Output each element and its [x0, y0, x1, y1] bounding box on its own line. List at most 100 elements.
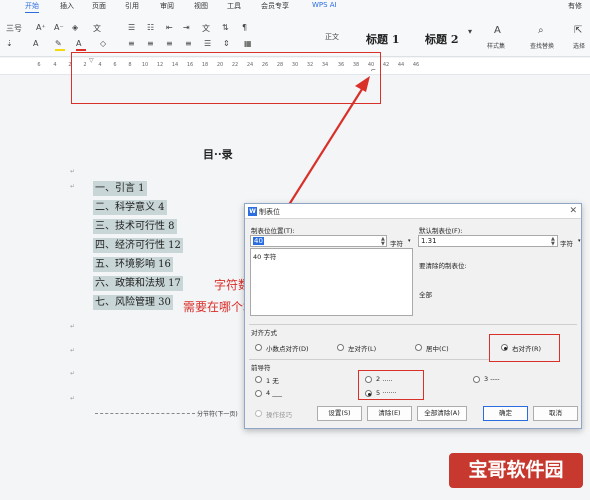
- leader-dashes-label[interactable]: 3 ----: [484, 375, 500, 383]
- cancel-button[interactable]: 取消: [533, 406, 578, 421]
- leader-none-radio[interactable]: [255, 376, 262, 383]
- unit-dropdown-icon[interactable]: ▾: [578, 238, 581, 244]
- tab-stop-list-item[interactable]: 40 字符: [253, 251, 276, 261]
- to-clear-value: 全部: [419, 291, 432, 299]
- clear-button[interactable]: 清除(E): [367, 406, 412, 421]
- set-button[interactable]: 设置(S): [317, 406, 362, 421]
- bold-icon[interactable]: ⇣: [6, 39, 13, 48]
- close-icon[interactable]: ✕: [569, 206, 577, 216]
- divider: [249, 324, 577, 325]
- default-tab-unit[interactable]: 字符: [560, 238, 573, 248]
- default-tab-value: 1.31: [421, 237, 437, 245]
- show-marks-icon[interactable]: ¶: [242, 23, 247, 32]
- leader-none-label[interactable]: 1 无: [266, 375, 279, 385]
- align-left-radio[interactable]: [337, 344, 344, 351]
- style-set-icon[interactable]: A: [494, 25, 501, 36]
- leader-underline-radio[interactable]: [255, 390, 262, 397]
- distribute-icon[interactable]: ☰: [204, 39, 211, 48]
- screenshot: 开始 插入 页面 引用 审阅 视图 工具 会员专享 WPS AI 有修 三号 A…: [0, 0, 590, 500]
- ruler-tick: 44: [397, 62, 405, 68]
- style-set-label[interactable]: 样式集: [487, 41, 505, 50]
- border-icon[interactable]: ▦: [244, 39, 252, 48]
- text-effect-icon[interactable]: A: [33, 39, 38, 48]
- toc-item[interactable]: 二、科学意义 4: [93, 200, 167, 215]
- line-spacing-icon[interactable]: ⇕: [223, 39, 230, 48]
- paragraph-mark-icon: ↵: [70, 395, 76, 402]
- increase-indent-icon[interactable]: ⇥: [183, 23, 190, 32]
- toc-title[interactable]: 目··录: [203, 146, 233, 162]
- align-center-icon[interactable]: ≡: [147, 39, 154, 48]
- align-center-radio[interactable]: [415, 344, 422, 351]
- sort-icon[interactable]: ⇅: [222, 23, 229, 32]
- default-tab-input[interactable]: 1.31: [418, 235, 558, 247]
- toc-item[interactable]: 六、政策和法规 17: [93, 276, 183, 291]
- toc-item[interactable]: 四、经济可行性 12: [93, 238, 183, 253]
- toc-item[interactable]: 一、引言 1: [93, 181, 147, 196]
- spin-up-icon[interactable]: ▲ ▼: [381, 237, 385, 247]
- tab-stop-list[interactable]: 40 字符: [250, 248, 413, 316]
- menu-reference[interactable]: 引用: [125, 1, 139, 11]
- grow-font-icon[interactable]: A⁺: [36, 23, 46, 32]
- style-normal[interactable]: 正文: [325, 32, 339, 42]
- paragraph-mark-icon: ↵: [70, 168, 76, 175]
- menu-review[interactable]: 审阅: [160, 1, 174, 11]
- shrink-font-icon[interactable]: A⁻: [54, 23, 64, 32]
- menu-view[interactable]: 视图: [194, 1, 208, 11]
- spin-icon[interactable]: ▲ ▼: [551, 237, 555, 247]
- tab-position-input[interactable]: 40: [250, 235, 387, 247]
- ruler-tick: 42: [382, 62, 390, 68]
- tab-position-unit[interactable]: 字符: [390, 238, 403, 248]
- align-decimal-radio[interactable]: [255, 344, 262, 351]
- style-heading1[interactable]: 标题 1: [366, 31, 399, 47]
- menu-home[interactable]: 开始: [25, 1, 39, 13]
- font-size-select[interactable]: 三号: [6, 23, 22, 34]
- more-styles-icon[interactable]: ▾: [468, 27, 472, 36]
- decrease-indent-icon[interactable]: ⇤: [166, 23, 173, 32]
- section-break-label: 分节符(下一页): [197, 411, 238, 418]
- highlight-icon[interactable]: ✎: [55, 39, 62, 48]
- align-decimal-label[interactable]: 小数点对齐(D): [266, 343, 309, 353]
- menu-member[interactable]: 会员专享: [261, 1, 289, 11]
- font-color-icon[interactable]: A: [76, 39, 81, 48]
- unit-dropdown-icon[interactable]: ▾: [408, 238, 411, 244]
- toc-item[interactable]: 五、环境影响 16: [93, 257, 173, 272]
- alignment-label: 对齐方式: [251, 329, 277, 337]
- tips-link[interactable]: 操作技巧: [266, 409, 292, 419]
- ruler-tick: 46: [412, 62, 420, 68]
- menu-tools[interactable]: 工具: [227, 1, 241, 11]
- justify-icon[interactable]: ≡: [185, 39, 192, 48]
- leader-dashes-radio[interactable]: [473, 376, 480, 383]
- align-left-label[interactable]: 左对齐(L): [348, 343, 376, 353]
- menu-right-label[interactable]: 有修: [568, 1, 582, 11]
- paragraph-mark-icon: ↵: [70, 183, 76, 190]
- bullets-icon[interactable]: ☰: [128, 23, 135, 32]
- toc-item[interactable]: 七、风险管理 30: [93, 295, 173, 310]
- align-left-icon[interactable]: ≡: [128, 39, 135, 48]
- tab-position-value: 40: [253, 237, 264, 245]
- tab-position-label: 制表位位置(T):: [251, 227, 295, 235]
- align-center-label[interactable]: 居中(C): [426, 343, 449, 353]
- numbering-icon[interactable]: ☷: [147, 23, 154, 32]
- shading-icon[interactable]: ◇: [100, 39, 106, 48]
- find-replace-icon[interactable]: ⌕: [538, 25, 544, 36]
- menu-insert[interactable]: 插入: [60, 1, 74, 11]
- style-heading2[interactable]: 标题 2: [425, 31, 458, 47]
- clear-all-button[interactable]: 全部清除(A): [417, 406, 467, 421]
- select-icon[interactable]: ⇱: [574, 25, 582, 36]
- chinese-layout-icon[interactable]: 文: [202, 23, 210, 34]
- phonetic-icon[interactable]: 文: [93, 23, 101, 34]
- ok-button[interactable]: 确定: [483, 406, 528, 421]
- find-replace-label[interactable]: 查找替换: [530, 41, 554, 50]
- leader-underline-label[interactable]: 4 ___: [266, 389, 282, 397]
- clear-format-icon[interactable]: ◈: [72, 23, 78, 32]
- dialog-titlebar[interactable]: W 制表位 ✕: [245, 204, 581, 219]
- wps-ai-button[interactable]: WPS AI: [312, 1, 337, 9]
- toc-item[interactable]: 三、技术可行性 8: [93, 219, 177, 234]
- select-label[interactable]: 选择: [573, 41, 585, 50]
- to-clear-label: 要清除的制表位:: [419, 262, 467, 270]
- menu-page[interactable]: 页面: [92, 1, 106, 11]
- tips-icon[interactable]: [255, 410, 262, 417]
- align-right-icon[interactable]: ≡: [166, 39, 173, 48]
- paragraph-mark-icon: ↵: [70, 347, 76, 354]
- tab-stops-dialog: W 制表位 ✕ 制表位位置(T): 40 ▲ ▼ 字符 ▾ 40 字符 默认制表位…: [244, 203, 582, 429]
